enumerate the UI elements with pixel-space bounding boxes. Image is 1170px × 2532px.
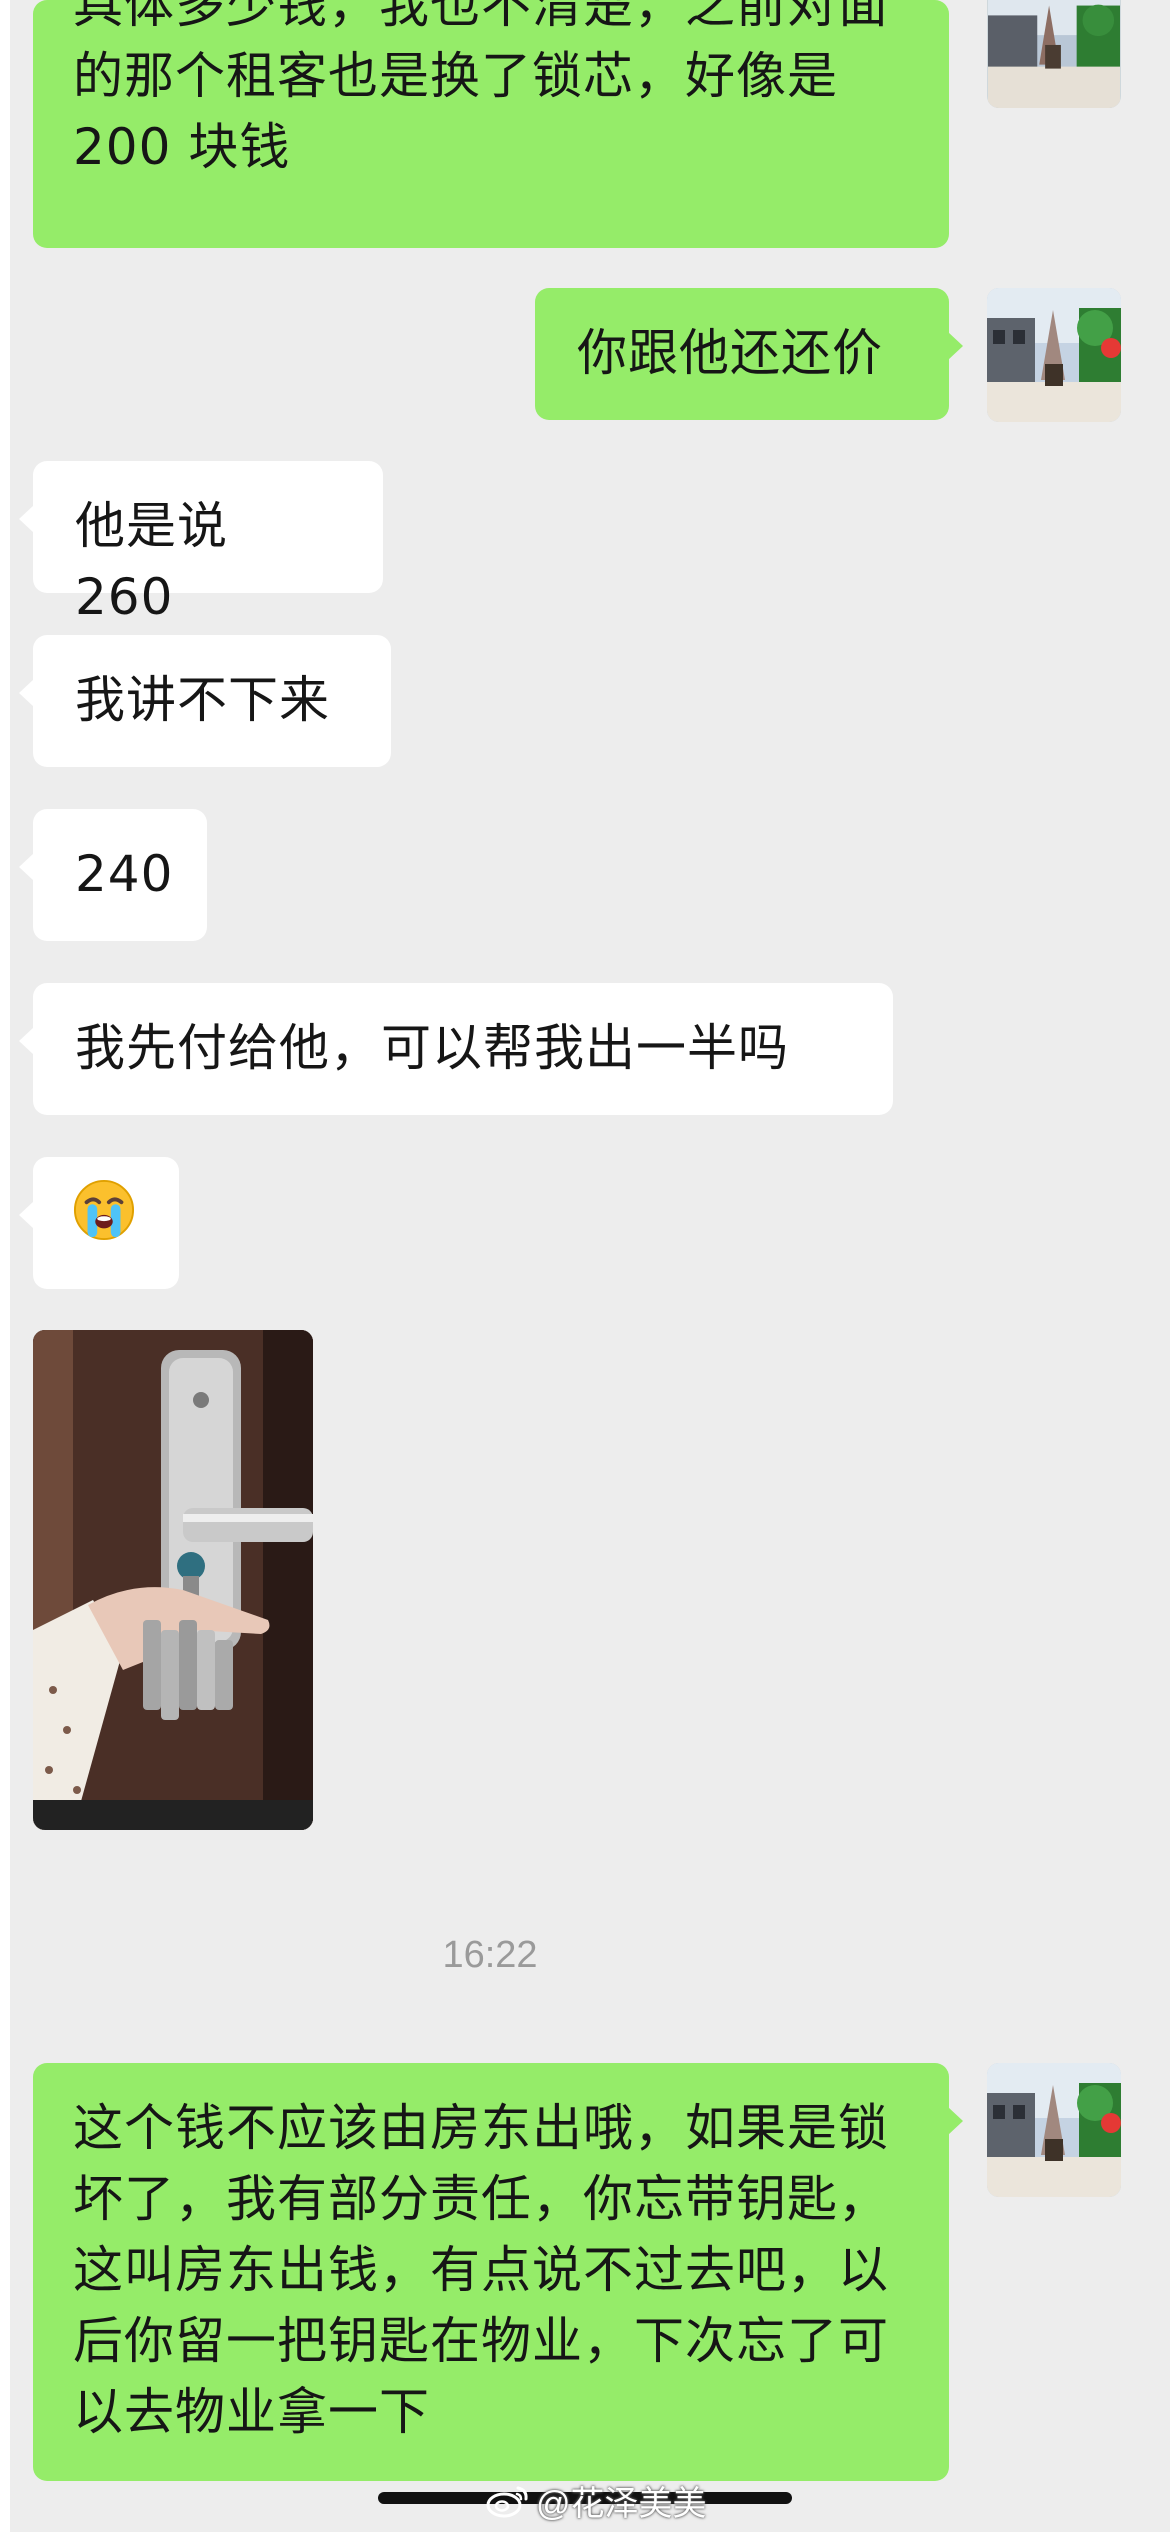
message-bubble-theirs[interactable]: 240: [19, 809, 207, 941]
message-bubble-theirs[interactable]: 我先付给他，可以帮我出一半吗: [19, 983, 893, 1115]
message-text: 他是说 260: [75, 497, 245, 626]
message-text: 我先付给他，可以帮我出一半吗: [75, 1019, 789, 1077]
my-avatar[interactable]: [987, 0, 1121, 108]
watermark-text: @花泽美美: [536, 2485, 707, 2523]
message-bubble-mine[interactable]: 你跟他还还价: [535, 288, 963, 420]
message-bubble-theirs[interactable]: [19, 1157, 179, 1289]
message-text: 具体多少钱，我也不清楚，之前对面的那个租客也是换了锁芯，好像是 200 块钱: [73, 0, 889, 176]
photo-message[interactable]: [33, 1330, 313, 1830]
message-bubble-mine[interactable]: 具体多少钱，我也不清楚，之前对面的那个租客也是换了锁芯，好像是 200 块钱: [33, 0, 949, 248]
message-text: 我讲不下来: [75, 671, 330, 729]
message-text: 这个钱不应该由房东出哦，如果是锁坏了，我有部分责任，你忘带钥匙，这叫房东出钱，有…: [73, 2099, 889, 2441]
message-timestamp: 16:22: [442, 1934, 538, 1976]
message-bubble-theirs[interactable]: 我讲不下来: [19, 635, 391, 767]
photo-keys-door: [33, 1330, 313, 1830]
screen-edge: [0, 0, 10, 2532]
crying-face-icon: [73, 1179, 135, 1241]
message-text: 你跟他还还价: [577, 324, 883, 382]
chat-screen: 具体多少钱，我也不清楚，之前对面的那个租客也是换了锁芯，好像是 200 块钱 你…: [0, 0, 1170, 2532]
my-avatar[interactable]: [987, 288, 1121, 422]
message-text: 240: [75, 845, 174, 903]
avatar-image: [988, 0, 1120, 108]
weibo-icon: [486, 2486, 528, 2517]
watermark: @花泽美美: [486, 2476, 707, 2525]
message-bubble-theirs[interactable]: 他是说 260: [19, 461, 383, 626]
avatar-image: [987, 288, 1121, 422]
avatar-image: [987, 2063, 1121, 2197]
message-bubble-mine[interactable]: 这个钱不应该由房东出哦，如果是锁坏了，我有部分责任，你忘带钥匙，这叫房东出钱，有…: [33, 2063, 963, 2481]
my-avatar[interactable]: [987, 2063, 1121, 2197]
